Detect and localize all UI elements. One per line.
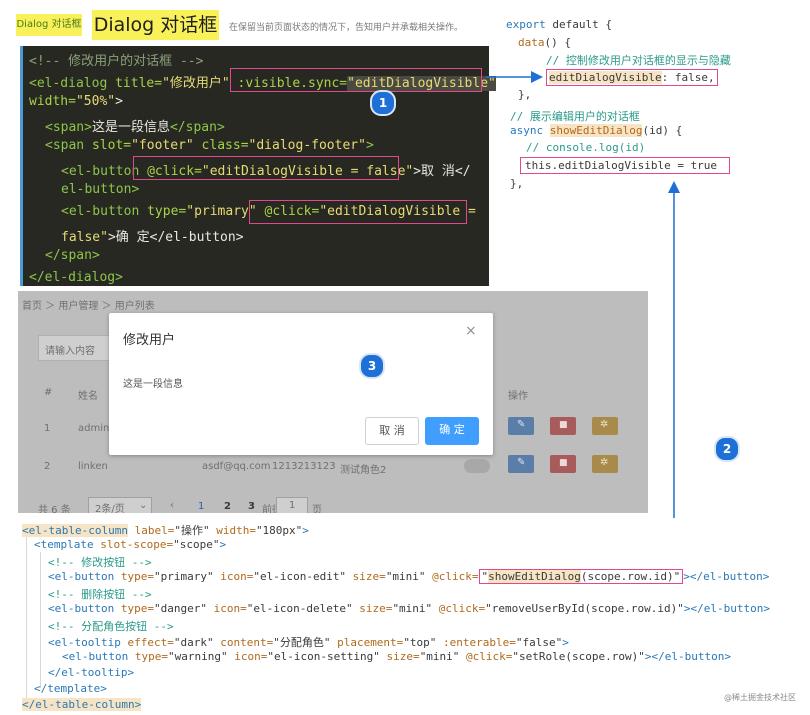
code-tag: <el-button (48, 602, 115, 615)
code-line: <!-- 删除按钮 --> (48, 586, 152, 602)
code-comment: <!-- 分配角色按钮 --> (48, 620, 174, 633)
code-tag: </el-table-column> (22, 698, 142, 711)
code-attr: slot-scope= (93, 538, 174, 551)
code-string: "scope" (173, 538, 220, 551)
code-string: "warning" (167, 650, 228, 663)
code-line: <el-button type="danger" icon="el-icon-d… (48, 602, 770, 615)
code-attr: icon= (213, 570, 254, 583)
code-line: </template> (34, 682, 107, 695)
code-string: "el-icon-setting" (267, 650, 380, 663)
code-string: "danger" (153, 602, 207, 615)
code-tag: > (302, 524, 309, 537)
code-attr: @click= (425, 570, 479, 583)
code-tag: ></el-button> (683, 570, 770, 583)
indent-guide (40, 552, 41, 688)
code-string: "mini" (392, 602, 433, 615)
code-tag: <el-button (48, 570, 115, 583)
code-line: <el-table-column label="操作" width="180px… (22, 522, 309, 538)
code-string: "分配角色" (273, 636, 331, 649)
watermark: @稀土掘金技术社区 (724, 693, 796, 702)
code-string: "dark" (173, 636, 214, 649)
code-tag: <el-table-column (22, 524, 128, 537)
code-attr: effect= (120, 636, 174, 649)
code-attr: placement= (330, 636, 404, 649)
code-line: <template slot-scope="scope"> (34, 538, 226, 551)
code-line: <el-button type="warning" icon="el-icon-… (62, 650, 731, 663)
code-string: "操作" (174, 524, 210, 537)
code-attr: @click= (459, 650, 513, 663)
code-attr: label= (127, 524, 175, 537)
code-string: "primary" (153, 570, 214, 583)
code-string: "el-icon-delete" (246, 602, 353, 615)
code-tag: </template> (34, 682, 107, 695)
table-column-code-panel: <el-table-column label="操作" width="180px… (18, 518, 788, 712)
code-string: "removeUserById(scope.row.id)" (485, 602, 684, 615)
code-function: showEditDialog (488, 570, 581, 583)
code-string: "false" (515, 636, 563, 649)
code-tag: > (219, 538, 227, 551)
code-attr: content= (213, 636, 274, 649)
code-string: "mini" (385, 570, 426, 583)
code-tag: > (562, 636, 569, 649)
code-attr: type= (114, 602, 154, 615)
code-attr: size= (352, 602, 393, 615)
code-line: </el-table-column> (22, 698, 142, 711)
code-line: </el-tooltip> (48, 666, 134, 679)
code-line: <el-tooltip effect="dark" content="分配角色"… (48, 634, 569, 650)
code-comment: <!-- 修改按钮 --> (48, 556, 152, 569)
code-attr: icon= (227, 650, 268, 663)
code-string: "180px" (255, 524, 303, 537)
code-line: <!-- 分配角色按钮 --> (48, 618, 174, 634)
indent-guide (26, 536, 27, 704)
code-attr: size= (379, 650, 420, 663)
code-line: <!-- 修改按钮 --> (48, 554, 152, 570)
code-tag: ></el-button> (644, 650, 731, 663)
code-tag: <el-tooltip (48, 636, 121, 649)
code-attr: type= (114, 570, 154, 583)
code-attr: :enterable= (436, 636, 516, 649)
code-attr: @click= (432, 602, 486, 615)
code-tag: <template (34, 538, 94, 551)
code-attr: size= (346, 570, 386, 583)
code-string: (scope.row.id)" (580, 570, 681, 583)
code-line: <el-button type="primary" icon="el-icon-… (48, 569, 770, 584)
code-string: "el-icon-edit" (253, 570, 347, 583)
code-string: "mini" (419, 650, 460, 663)
code-tag: </el-tooltip> (48, 666, 135, 679)
code-attr: type= (128, 650, 168, 663)
code-tag: <el-button (62, 650, 129, 663)
code-attr: icon= (206, 602, 247, 615)
code-string: "setRole(scope.row)" (512, 650, 645, 663)
code-string: "top" (403, 636, 437, 649)
code-comment: <!-- 删除按钮 --> (48, 588, 152, 601)
code-attr: width= (209, 524, 256, 537)
code-tag: ></el-button> (683, 602, 770, 615)
